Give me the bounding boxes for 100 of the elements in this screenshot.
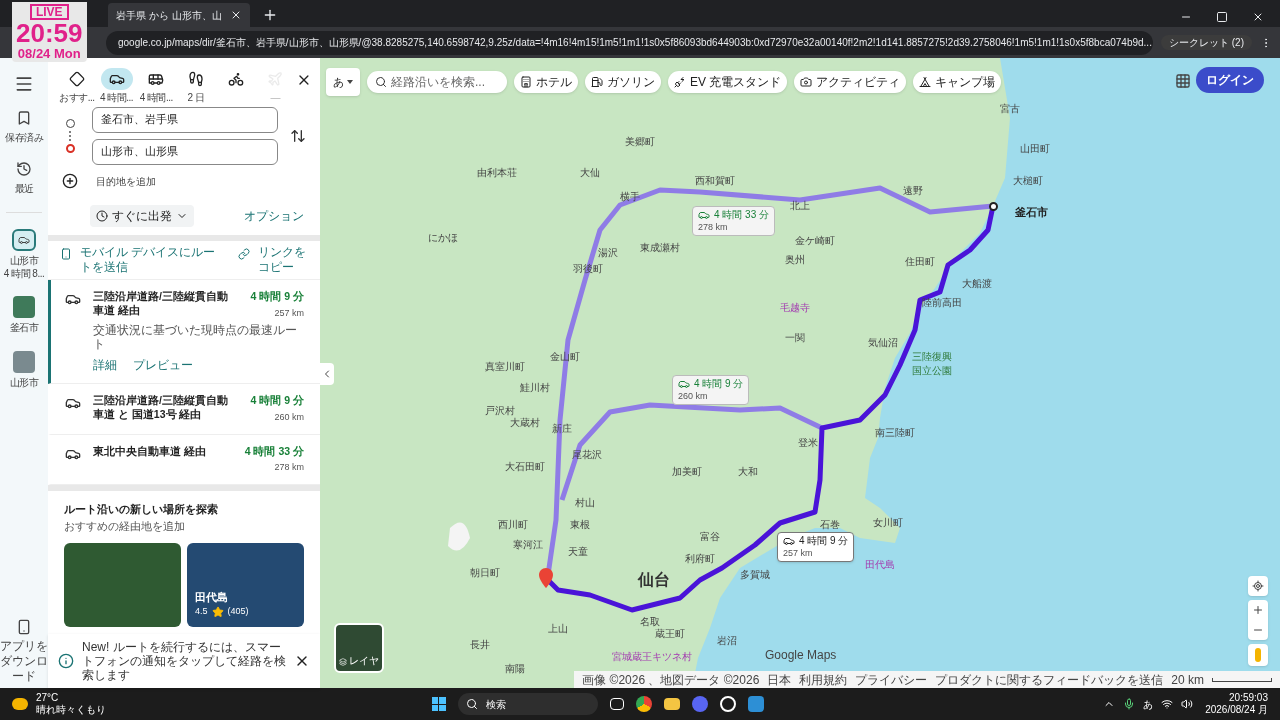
- route-link[interactable]: プレビュー: [133, 356, 193, 375]
- photos-icon[interactable]: [747, 696, 764, 712]
- map-label: 天童: [568, 547, 588, 557]
- recent-item[interactable]: 山形市: [0, 350, 48, 389]
- wifi-icon[interactable]: [1161, 698, 1174, 710]
- attribution-link[interactable]: プライバシー: [855, 670, 928, 688]
- layers-button[interactable]: レイヤ: [334, 623, 384, 673]
- task-view-icon[interactable]: [609, 698, 624, 710]
- add-icon[interactable]: [62, 173, 78, 189]
- start-icon[interactable]: [431, 697, 446, 711]
- route-time-bubble[interactable]: 4 時間 33 分 278 km: [692, 206, 776, 236]
- info-icon: [58, 653, 74, 669]
- overlay-date: 08/24 Mon: [17, 46, 81, 63]
- browser-tab[interactable]: 岩手県 から 山形市、山: [108, 3, 250, 27]
- bed-icon: [520, 76, 532, 88]
- origin-field[interactable]: 釜石市、岩手県: [92, 107, 278, 133]
- charging-plug-icon: [674, 76, 686, 88]
- map-label: 南三陸町: [875, 428, 915, 438]
- map-label: 三陸復興: [912, 352, 952, 362]
- rail-item[interactable]: 保存済み: [5, 110, 43, 145]
- folder-icon[interactable]: [663, 698, 680, 710]
- map-label: 朝日町: [470, 568, 500, 578]
- destination-field[interactable]: 山形市、山形県: [92, 139, 278, 165]
- collapse-panel-handle[interactable]: [320, 363, 334, 385]
- route-time-bubble[interactable]: 4 時間 9 分 257 km: [777, 532, 855, 562]
- route-distance: 257 km: [274, 306, 304, 320]
- incognito-profile[interactable]: シークレット (2): [1161, 35, 1252, 50]
- map-label: 大槌町: [1013, 176, 1043, 186]
- travel-mode-tab[interactable]: おすす...: [58, 68, 96, 103]
- weather-text: 晴れ時々くもり: [36, 704, 106, 717]
- lake-shape: [448, 522, 470, 551]
- attribution-link[interactable]: プロダクトに関するフィードバックを送信: [935, 670, 1164, 688]
- link-icon: [238, 248, 250, 260]
- place-card[interactable]: 田代島 4.5 (405): [187, 542, 304, 627]
- category-chip[interactable]: EV 充電スタンド: [668, 71, 788, 93]
- ime-indicator[interactable]: あ: [1143, 696, 1154, 712]
- swap-icon[interactable]: [290, 128, 306, 144]
- add-destination-link[interactable]: 目的地を追加: [96, 173, 156, 189]
- map-label: 横手: [620, 192, 640, 202]
- close-icon[interactable]: [1252, 11, 1264, 23]
- category-chip[interactable]: ガソリン: [585, 71, 661, 93]
- notice-text: New! ルートを続行するには、スマートフォンの通知をタップして経路を検索します: [82, 640, 286, 682]
- input-method-button[interactable]: あ: [326, 68, 360, 96]
- chat-app-icon[interactable]: [691, 696, 708, 712]
- maximize-icon[interactable]: [1216, 11, 1228, 23]
- photo-placeholder: [13, 296, 35, 318]
- locate-icon: [1252, 580, 1264, 592]
- attribution-link[interactable]: 利用規約: [799, 670, 848, 688]
- map-label: 釜石市: [1015, 207, 1048, 218]
- clock-date[interactable]: 2026/08/24 月: [1205, 704, 1268, 717]
- route-link[interactable]: 詳細: [93, 356, 117, 375]
- map-label: 大石田町: [505, 462, 545, 472]
- map-label: 鮭川村: [520, 383, 550, 393]
- map-label: 岩沼: [717, 636, 737, 646]
- app-icon[interactable]: [719, 696, 736, 712]
- route-time-bubble[interactable]: 4 時間 9 分 260 km: [672, 375, 750, 405]
- route-name: 三陸沿岸道路/三陸縦貫自動車道 と 国道13号 経由: [93, 393, 229, 423]
- map-label: 尾花沢: [572, 450, 602, 460]
- tent-icon: [919, 76, 932, 88]
- clock-time[interactable]: 20:59:03: [1229, 691, 1268, 704]
- login-button[interactable]: ログイン: [1196, 67, 1264, 93]
- depart-time-button[interactable]: すぐに出発: [90, 205, 194, 227]
- browser-icon[interactable]: [635, 696, 652, 712]
- map-label: 長井: [470, 640, 490, 650]
- download-app-item[interactable]: アプリをダウンロード: [0, 619, 48, 684]
- caret-icon: [347, 80, 353, 84]
- travel-mode-tab[interactable]: 4 時間...: [137, 68, 176, 103]
- taskbar-search[interactable]: 検索: [457, 693, 598, 715]
- map-drawing[interactable]: [320, 58, 1280, 688]
- url-text: google.co.jp/maps/dir/釜石市、岩手県/山形市、山形県/@38.8285275,140.6598742,9.25z/data=!4m16!4m15!1m5!1m1!1s0x5f86093bd644903b:0xd72970e32a00140f!2m2!1d141.8857275!2d39.2758046!1m5!1m1!1s0x5f8bca074b9d...: [118, 36, 1152, 50]
- recent-item[interactable]: 釜石市: [0, 296, 48, 335]
- address-bar[interactable]: google.co.jp/maps/dir/釜石市、岩手県/山形市、山形県/@38.8285275,140.6598742,9.25z/data=!4m16!4m15!1m5!1m1!1s0x5f86093bd644903b:0xd72970e32a00140f!2m2!1d141.8857275!2d39.2758046!1m5!1m1!1s0x5f8bca074b9d...: [106, 30, 1153, 55]
- category-chip[interactable]: アクティビティ: [794, 71, 907, 93]
- map-label: 大船渡: [962, 279, 992, 289]
- options-link[interactable]: オプション: [244, 207, 304, 225]
- route-distance: 278 km: [274, 461, 304, 475]
- map-label: 新庄: [552, 424, 572, 434]
- bus-icon: [148, 71, 165, 87]
- copy-link[interactable]: リンクをコピー: [258, 245, 306, 275]
- car-icon: [678, 378, 690, 391]
- map-label: 登米: [798, 438, 818, 448]
- apps-icon[interactable]: [1175, 73, 1191, 89]
- rail-item[interactable]: 最近: [14, 161, 34, 196]
- map-label: 国立公園: [912, 366, 952, 376]
- car-icon: [12, 229, 36, 251]
- category-chip[interactable]: キャンプ場: [913, 71, 1002, 93]
- volume-icon[interactable]: [1181, 698, 1194, 710]
- map-label: 宮古: [1000, 104, 1020, 114]
- weather-icon[interactable]: [12, 698, 28, 710]
- recent-item[interactable]: 山形市 4 時間 8...: [0, 229, 48, 280]
- mic-icon[interactable]: [1123, 698, 1136, 710]
- attribution-link[interactable]: 日本: [767, 670, 792, 688]
- category-chip[interactable]: ホテル: [514, 71, 578, 93]
- my-location-button[interactable]: [1248, 576, 1268, 596]
- travel-mode-tab[interactable]: 2 日: [177, 68, 215, 103]
- search-field[interactable]: 経路沿いを検索...: [367, 71, 507, 93]
- star-icon: [211, 606, 224, 618]
- menu-icon[interactable]: [14, 74, 34, 94]
- send-to-mobile-link[interactable]: モバイル デバイスにルートを送信: [80, 245, 226, 275]
- route-duration: 4 時間 33 分: [244, 443, 304, 459]
